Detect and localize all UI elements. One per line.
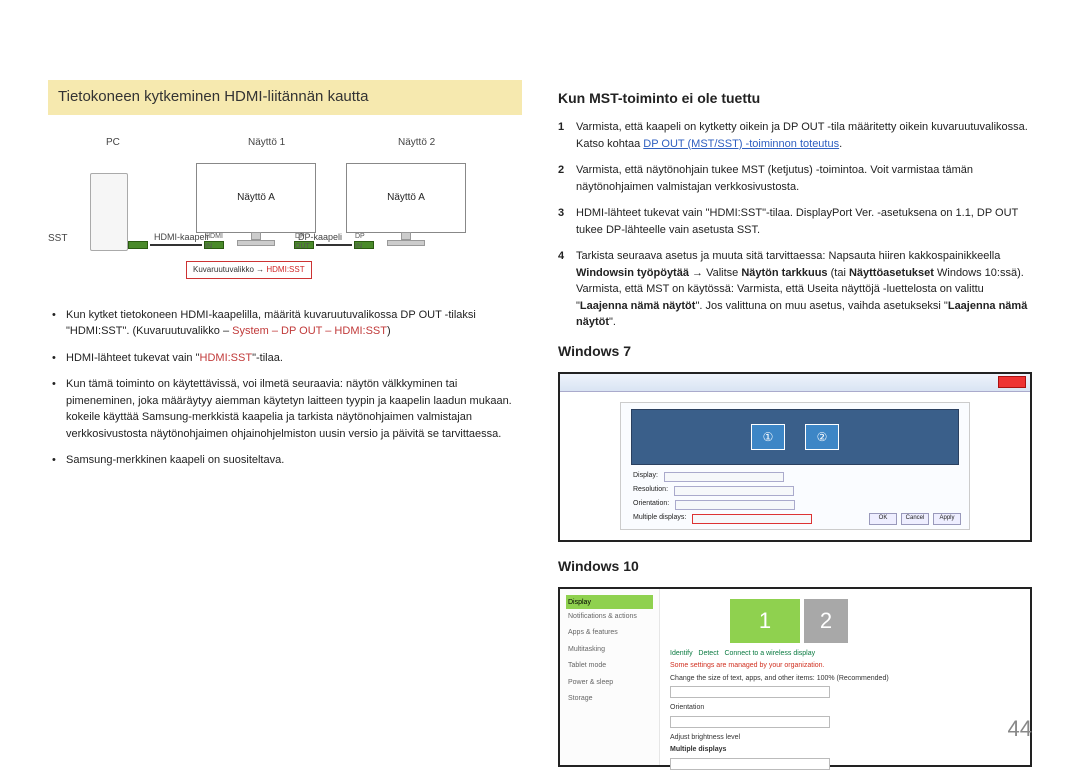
port-hdmi-out-icon xyxy=(128,241,148,249)
win7-dialog-body: ① ② Display: Resolution: Orientation: Mu… xyxy=(620,402,970,530)
cable-dp-icon xyxy=(316,244,352,246)
mst-heading: Kun MST-toiminto ei ole tuettu xyxy=(558,88,1032,109)
win10-warning-text: Some settings are managed by your organi… xyxy=(670,661,1020,672)
win10-display-preview: 1 2 xyxy=(730,599,1020,643)
win7-field: Multiple displays: xyxy=(633,513,812,525)
page-number: 44 xyxy=(1008,712,1032,745)
win10-caption: Multiple displays xyxy=(670,745,1020,756)
win10-caption: Adjust brightness level xyxy=(670,733,1020,744)
win7-field: Resolution: xyxy=(633,485,794,497)
display-2-icon: 2 xyxy=(804,599,848,643)
win7-heading: Windows 7 xyxy=(558,341,1032,362)
sidebar-item: Display xyxy=(566,595,653,609)
win7-buttons: OKCancelApply xyxy=(869,513,961,525)
step-item: 4 Tarkista seuraava asetus ja muuta sitä… xyxy=(558,248,1032,331)
port-row: HDMI IN DP OUT DP IN xyxy=(88,241,512,251)
sidebar-item: Multitasking xyxy=(566,642,653,659)
win7-field: Display: xyxy=(633,471,784,483)
win10-screenshot: Display Notifications & actions Apps & f… xyxy=(558,587,1032,767)
monitor2-inner-label: Näyttö A xyxy=(347,190,465,205)
label-monitor2: Näyttö 2 xyxy=(398,135,435,150)
hdmi-section-title: Tietokoneen kytkeminen HDMI-liitännän ka… xyxy=(48,80,522,115)
win10-select xyxy=(670,758,830,770)
sidebar-item: Power & sleep xyxy=(566,675,653,692)
label-pc: PC xyxy=(106,135,120,150)
bullet-item: Kun tämä toiminto on käytettävissä, voi … xyxy=(52,376,522,442)
win7-screenshot: ① ② Display: Resolution: Orientation: Mu… xyxy=(558,372,1032,542)
dpout-link[interactable]: DP OUT (MST/SST) -toiminnon toteutus xyxy=(643,138,839,150)
win7-field: Orientation: xyxy=(633,499,795,511)
win10-link-text: Identify Detect Connect to a wireless di… xyxy=(670,649,1020,660)
monitor1-inner-label: Näyttö A xyxy=(197,190,315,205)
win10-caption: Change the size of text, apps, and other… xyxy=(670,674,1020,685)
port-hdmi-in-icon: HDMI IN xyxy=(204,241,224,249)
monitor1-icon: Näyttö A xyxy=(196,163,316,233)
right-column: Kun MST-toiminto ei ole tuettu 1 Varmist… xyxy=(558,80,1032,781)
close-icon xyxy=(998,376,1026,388)
bullet-item: HDMI-lähteet tukevat vain "HDMI:SST"-til… xyxy=(52,350,522,367)
left-column: Tietokoneen kytkeminen HDMI-liitännän ka… xyxy=(48,80,522,781)
steps-list: 1 Varmista, että kaapeli on kytketty oik… xyxy=(558,119,1032,331)
port-dp-out-icon: DP OUT xyxy=(294,241,314,249)
display-2-icon: ② xyxy=(805,424,839,450)
osd-note: Kuvaruutuvalikko → HDMI:SST xyxy=(186,261,312,279)
label-monitor1: Näyttö 1 xyxy=(248,135,285,150)
win10-sidebar: Display Notifications & actions Apps & f… xyxy=(560,589,660,765)
win10-select xyxy=(670,686,830,698)
win10-select xyxy=(670,716,830,728)
display-1-icon: 1 xyxy=(730,599,800,643)
connection-diagram: PC Näyttö 1 Näyttö 2 SST HDMI-kaapeli DP… xyxy=(48,133,522,293)
step-item: 2 Varmista, että näytönohjain tukee MST … xyxy=(558,162,1032,195)
sidebar-item: Tablet mode xyxy=(566,658,653,675)
win10-heading: Windows 10 xyxy=(558,556,1032,577)
bullet-item: Samsung-merkkinen kaapeli on suositeltav… xyxy=(52,452,522,469)
sidebar-item: Notifications & actions xyxy=(566,609,653,626)
win7-titlebar xyxy=(560,374,1030,392)
win10-caption: Orientation xyxy=(670,703,1020,714)
sidebar-item: Storage xyxy=(566,691,653,708)
port-dp-in-icon: DP IN xyxy=(354,241,374,249)
bullet-item: Kun kytket tietokoneen HDMI-kaapelilla, … xyxy=(52,307,522,340)
pc-icon xyxy=(90,173,128,251)
win7-display-preview: ① ② xyxy=(631,409,959,465)
label-sst: SST xyxy=(48,231,67,246)
sidebar-item: Apps & features xyxy=(566,625,653,642)
monitor2-icon: Näyttö A xyxy=(346,163,466,233)
display-1-icon: ① xyxy=(751,424,785,450)
step-item: 1 Varmista, että kaapeli on kytketty oik… xyxy=(558,119,1032,152)
cable-hdmi-icon xyxy=(150,244,202,246)
step-item: 3 HDMI-lähteet tukevat vain "HDMI:SST"-t… xyxy=(558,205,1032,238)
left-bullet-list: Kun kytket tietokoneen HDMI-kaapelilla, … xyxy=(48,307,522,469)
win10-main: 1 2 Identify Detect Connect to a wireles… xyxy=(660,589,1030,765)
